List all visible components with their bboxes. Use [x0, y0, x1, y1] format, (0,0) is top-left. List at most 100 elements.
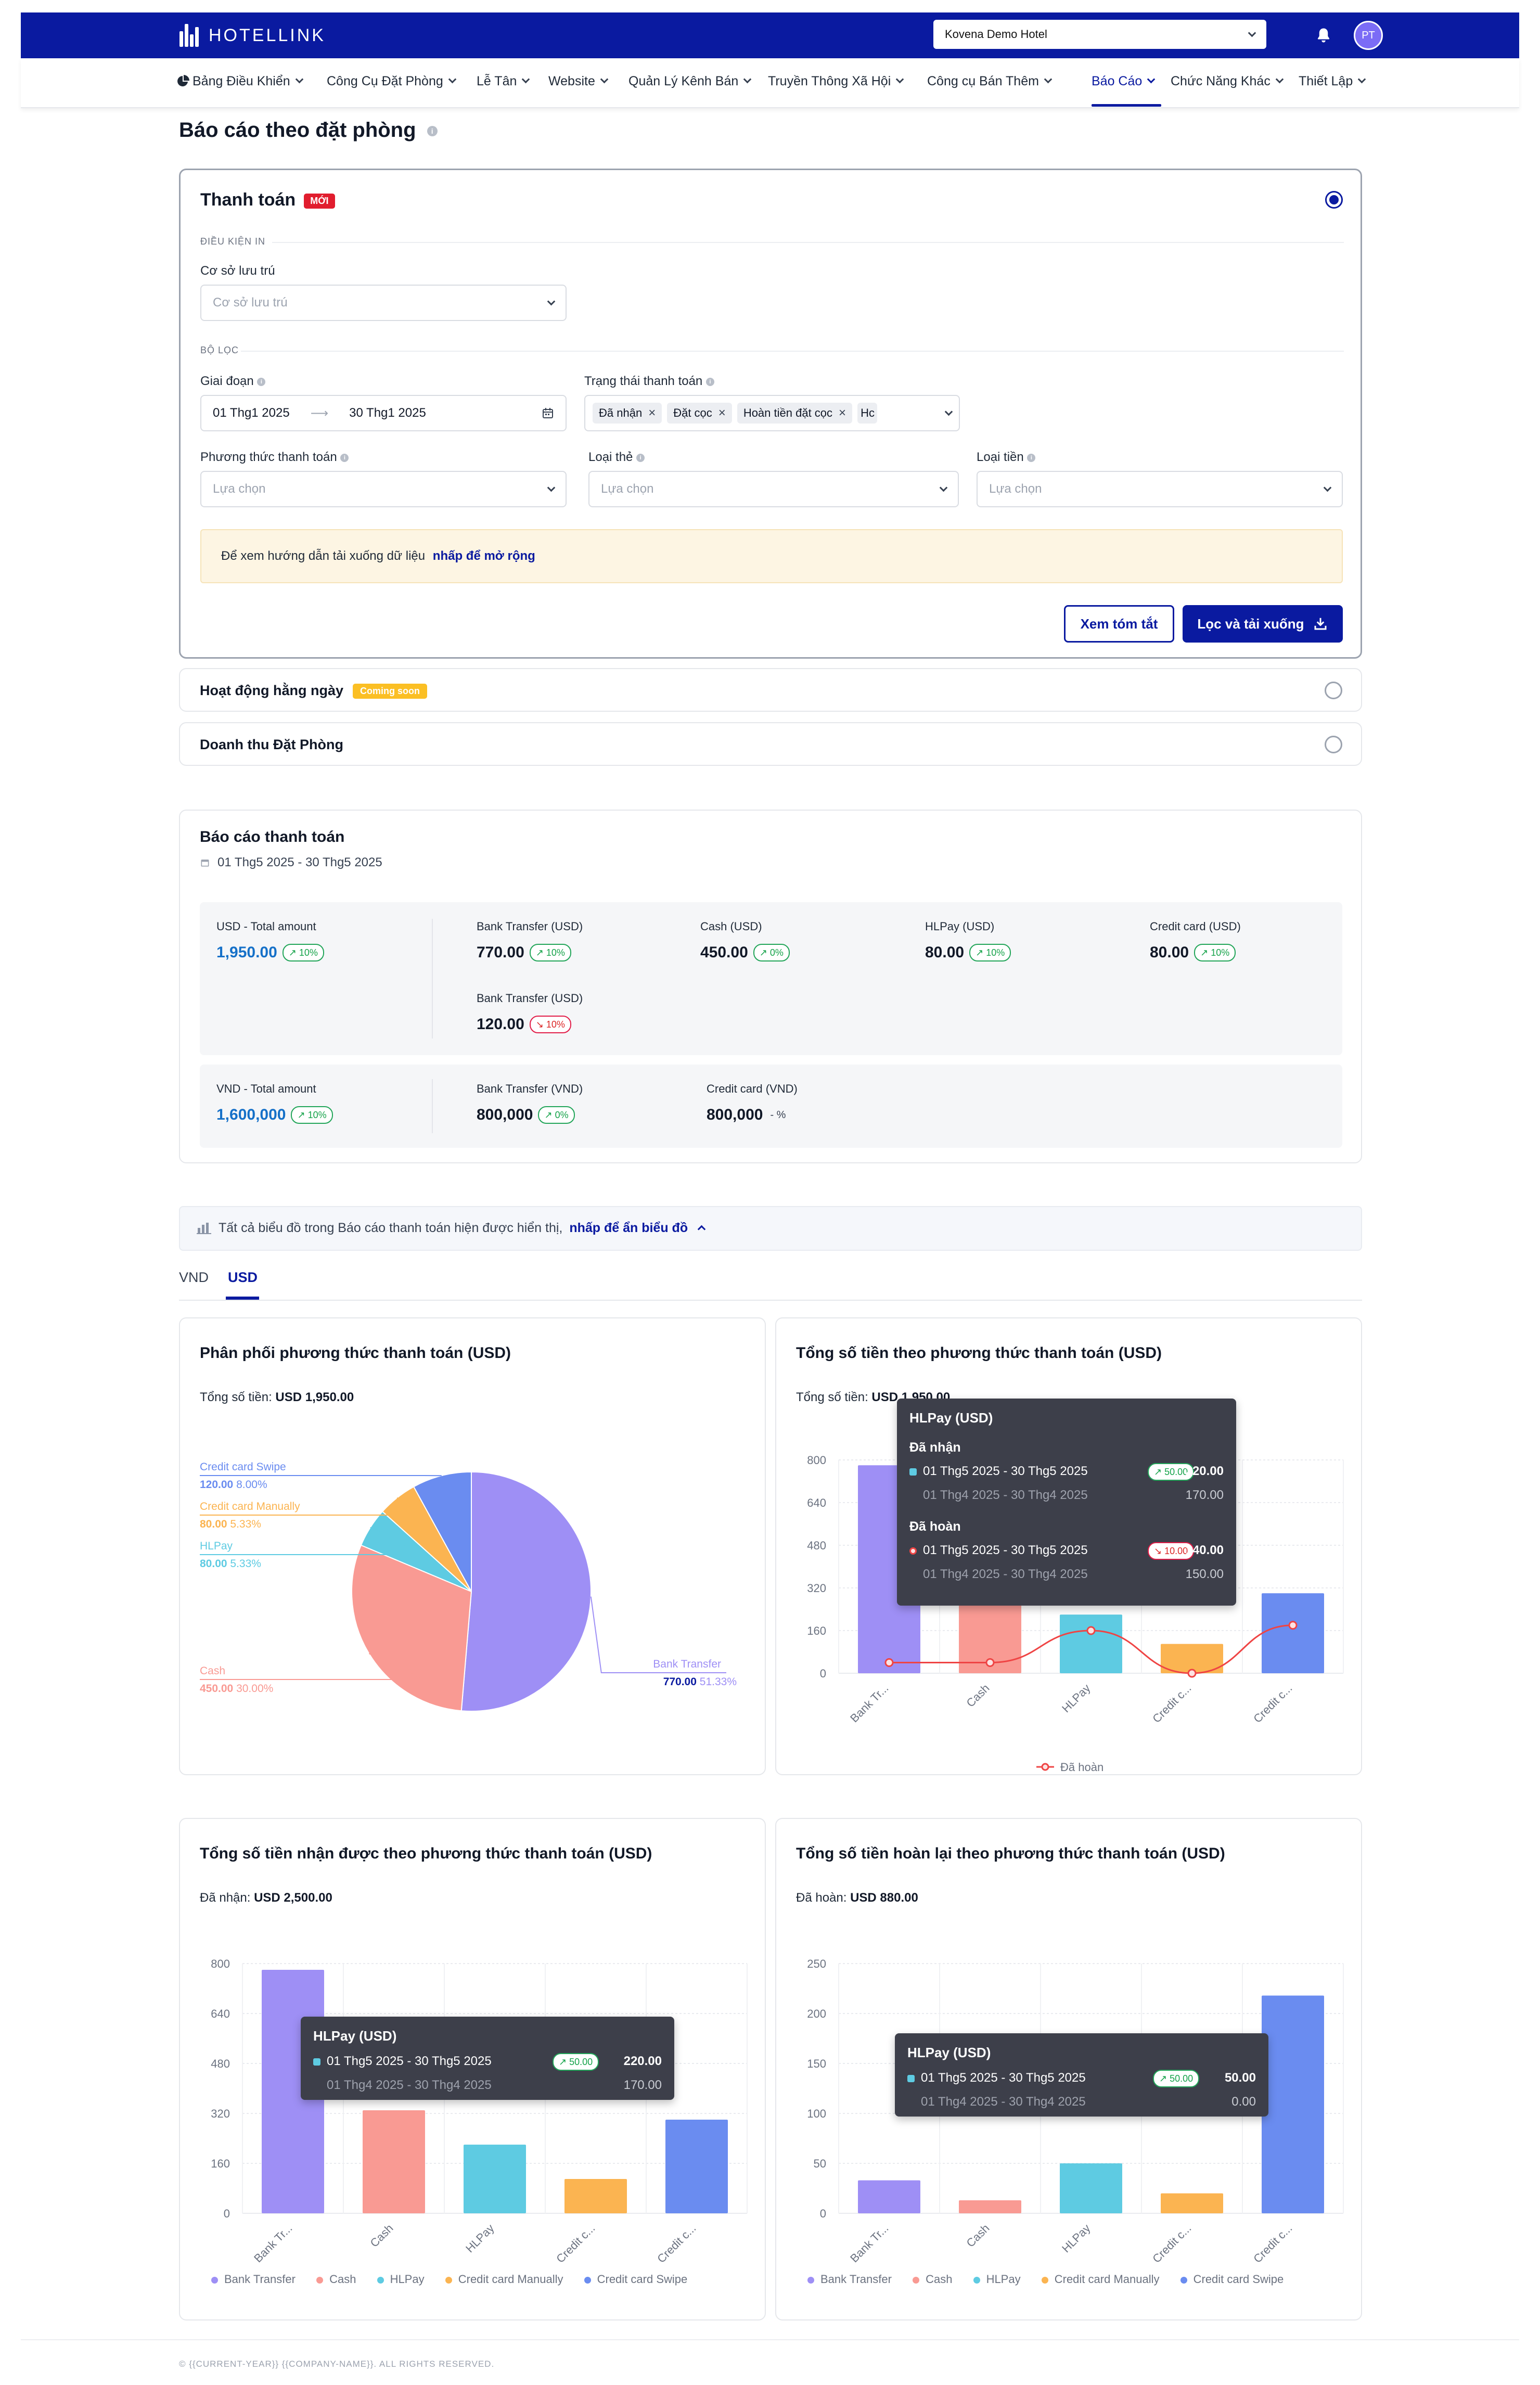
payment-status-label: Trạng thái thanh toán i	[584, 374, 714, 389]
x-tick-label: Bank Tr...	[848, 1682, 891, 1725]
expand-guide-link[interactable]: nhấp để mở rộng	[433, 549, 535, 563]
bar[interactable]	[959, 2200, 1021, 2213]
nav-other-features[interactable]: Chức Năng Khác	[1171, 74, 1284, 89]
legend-item[interactable]: Cash	[316, 2273, 356, 2286]
pie-value: 450.00	[200, 1683, 236, 1695]
info-icon[interactable]: i	[1027, 453, 1036, 462]
stat-amount: 80.00	[925, 944, 965, 961]
legend-item[interactable]: Bank Transfer	[211, 2273, 296, 2286]
nav-channel-manager[interactable]: Quản Lý Kênh Bán	[628, 74, 752, 89]
chart-subtitle: Đã hoàn: USD 880.00	[796, 1891, 918, 1905]
bar[interactable]	[858, 2180, 920, 2213]
info-icon[interactable]: i	[427, 126, 438, 137]
status-tag[interactable]: Hc	[857, 403, 878, 424]
refund-point[interactable]	[985, 1658, 995, 1667]
info-icon[interactable]: i	[257, 377, 266, 386]
chevron-down-icon	[1275, 75, 1284, 84]
chevron-up-icon[interactable]	[697, 1225, 706, 1234]
legend-item[interactable]: Cash	[913, 2273, 952, 2286]
property-select[interactable]: Cơ sở lưu trú	[200, 285, 567, 321]
card-type-label-text: Loại thẻ	[588, 450, 633, 464]
brand-logo[interactable]: HOTELLINK	[179, 23, 326, 48]
nav-front-desk[interactable]: Lễ Tân	[477, 74, 530, 89]
bar[interactable]	[464, 2145, 526, 2213]
legend-dot	[913, 2276, 920, 2284]
status-tag[interactable]: Đã nhận ×	[593, 403, 662, 424]
nav-website[interactable]: Website	[548, 74, 609, 89]
status-tag[interactable]: Hoàn tiền đặt cọc ×	[737, 403, 853, 424]
close-icon[interactable]: ×	[648, 406, 656, 420]
bell-icon[interactable]	[1314, 26, 1333, 45]
bar[interactable]	[1060, 1614, 1122, 1673]
report-option-booking-revenue[interactable]: Doanh thu Đặt Phòng	[179, 722, 1362, 766]
bar[interactable]	[1161, 2193, 1223, 2213]
period-range-picker[interactable]: 01 Thg1 2025 ⟶ 30 Thg1 2025	[200, 395, 567, 431]
legend-item[interactable]: Credit card Manually	[445, 2273, 563, 2286]
legend-item[interactable]: Credit card Swipe	[1180, 2273, 1284, 2286]
refund-point[interactable]	[884, 1658, 894, 1667]
status-tag[interactable]: Đặt cọc ×	[667, 403, 732, 424]
nav-social-media[interactable]: Truyền Thông Xã Hội	[768, 74, 904, 89]
nav-dashboard[interactable]: Bảng Điều Khiển	[177, 74, 303, 89]
bar[interactable]	[1060, 2163, 1122, 2213]
pie-chart[interactable]: Bank Transfer 770.00 51.33% Cash 450.00 30.…	[180, 1433, 767, 1761]
info-icon[interactable]: i	[340, 453, 349, 462]
bar[interactable]	[1262, 1593, 1324, 1673]
payment-report-card[interactable]: Thanh toán MỚI ĐIỀU KIỆN IN Cơ sở lưu trú…	[179, 169, 1362, 659]
chart-subtitle-label: Tổng số tiền:	[796, 1390, 868, 1404]
stat-value: 450.00 ↗ 0%	[700, 944, 790, 961]
report-option-daily-activity[interactable]: Hoạt động hằng ngày Coming soon	[179, 668, 1362, 712]
property-placeholder: Cơ sở lưu trú	[213, 296, 288, 310]
nav-booking-engine[interactable]: Công Cụ Đặt Phòng	[327, 74, 457, 89]
bar[interactable]	[363, 2110, 425, 2213]
nav-label: Công cụ Bán Thêm	[927, 74, 1039, 88]
legend-item[interactable]: HLPay	[377, 2273, 425, 2286]
report-radio-daily[interactable]	[1325, 682, 1342, 699]
chevron-down-icon	[547, 483, 556, 492]
refund-point[interactable]	[1288, 1621, 1298, 1630]
filter-download-button[interactable]: Lọc và tải xuống	[1183, 605, 1343, 643]
change-value: 10%	[1211, 947, 1230, 958]
view-summary-button[interactable]: Xem tóm tắt	[1064, 605, 1174, 643]
payment-status-multiselect[interactable]: Đã nhận × Đặt cọc × Hoàn tiền đặt cọc × Hc	[584, 395, 960, 431]
pie-slice[interactable]	[460, 1471, 592, 1712]
hotel-selector[interactable]: Kovena Demo Hotel	[933, 20, 1266, 49]
info-icon[interactable]: i	[705, 377, 714, 386]
refund-point[interactable]	[1187, 1669, 1197, 1678]
legend-label: Bank Transfer	[224, 2273, 296, 2286]
legend-dot	[973, 2276, 980, 2284]
legend-item[interactable]: Bank Transfer	[807, 2273, 892, 2286]
report-radio-payment[interactable]	[1325, 191, 1343, 209]
legend-dot	[445, 2276, 452, 2284]
tooltip-prev-value: 170.00	[623, 2078, 662, 2092]
close-icon[interactable]: ×	[839, 406, 846, 420]
refund-point[interactable]	[1086, 1626, 1096, 1635]
legend-item[interactable]: HLPay	[973, 2273, 1021, 2286]
currency-select[interactable]: Lựa chọn	[977, 471, 1343, 507]
bar[interactable]	[1262, 1995, 1324, 2213]
tab-usd[interactable]: USD	[228, 1270, 258, 1286]
bar[interactable]	[665, 2120, 728, 2213]
report-radio-revenue[interactable]	[1325, 736, 1342, 753]
card-type-select[interactable]: Lựa chọn	[588, 471, 959, 507]
pie-percent: 30.00%	[236, 1683, 273, 1695]
x-tick-label: Cash	[964, 2222, 992, 2250]
legend-item[interactable]: Credit card Manually	[1041, 2273, 1159, 2286]
nav-label: Thiết Lập	[1299, 74, 1353, 88]
nav-settings[interactable]: Thiết Lập	[1299, 74, 1366, 89]
legend-item[interactable]: Credit card Swipe	[584, 2273, 687, 2286]
hide-charts-link[interactable]: nhấp để ẩn biểu đồ	[569, 1221, 688, 1235]
chart-subtitle-value: USD 1,950.00	[275, 1390, 354, 1404]
notice-text: Để xem hướng dẫn tải xuống dữ liệu nhấp …	[221, 549, 535, 563]
close-icon[interactable]: ×	[718, 406, 726, 420]
tooltip-title: HLPay (USD)	[313, 2028, 397, 2044]
currency-label-text: Loại tiền	[977, 450, 1024, 464]
avatar[interactable]: PT	[1354, 21, 1383, 50]
nav-upsell-tools[interactable]: Công cụ Bán Thêm	[927, 74, 1053, 89]
tab-vnd[interactable]: VND	[179, 1270, 209, 1286]
bar[interactable]	[564, 2179, 627, 2213]
info-icon[interactable]: i	[636, 453, 645, 462]
download-icon	[1314, 618, 1327, 630]
payment-method-select[interactable]: Lựa chọn	[200, 471, 567, 507]
nav-reports[interactable]: Báo Cáo	[1092, 74, 1156, 89]
